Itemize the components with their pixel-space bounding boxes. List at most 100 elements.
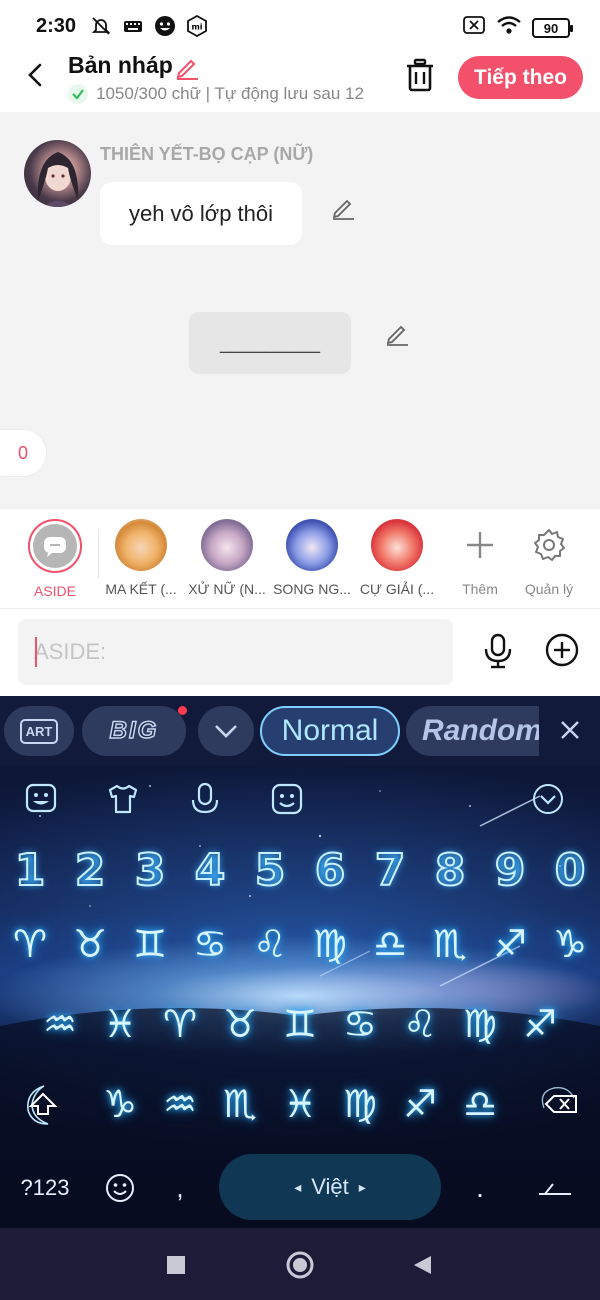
key-4[interactable]: 4 [185,844,235,897]
enter-key[interactable] [530,1166,580,1210]
draft-title[interactable]: Bản nháp [68,52,173,79]
key-3[interactable]: 3 [125,844,175,897]
key-cancer[interactable]: ♋ [334,998,386,1050]
edit-message-icon[interactable] [330,194,356,220]
message-input[interactable] [18,619,453,685]
key-aries[interactable]: ♈ [4,918,56,970]
key-8[interactable]: 8 [425,844,475,897]
sticker-icon[interactable] [24,782,58,816]
close-icon[interactable] [556,716,584,744]
key-gemini[interactable]: ♊ [124,918,176,970]
home-button[interactable] [285,1250,315,1280]
key-virgo[interactable]: ♍ [304,918,356,970]
key-aquarius[interactable]: ♒ [154,1078,206,1130]
back-button[interactable] [20,60,50,90]
key-taurus[interactable]: ♉ [214,998,266,1050]
key-capricorn[interactable]: ♑ [94,1078,146,1130]
key-7[interactable]: 7 [365,844,415,897]
plus-icon [454,519,506,571]
add-media-button[interactable] [545,633,579,667]
aside-bubble[interactable]: _________ [189,312,351,374]
character-xu-nu[interactable]: XỬ NỮ (N... [185,519,269,597]
key-0[interactable]: 0 [545,844,595,897]
key-aries[interactable]: ♈ [154,998,206,1050]
voice-input-icon[interactable] [188,782,222,816]
aside-avatar [28,519,82,573]
message-bubble[interactable]: yeh vô lớp thôi [100,182,302,245]
keyboard-icon [122,15,144,37]
key-aquarius[interactable]: ♒ [34,998,86,1050]
theme-shirt-icon[interactable] [106,782,140,816]
character-label: SONG NG... [273,581,351,597]
key-scorpio[interactable]: ♏ [424,918,476,970]
edit-aside-icon[interactable] [384,320,410,346]
font-normal-button[interactable]: Normal [260,706,400,756]
big-font-button[interactable]: BIG [82,706,186,756]
key-libra[interactable]: ♎ [454,1078,506,1130]
key-leo[interactable]: ♌ [244,918,296,970]
notifications-off-icon [90,15,112,37]
gear-icon [523,519,575,571]
key-2[interactable]: 2 [65,844,115,897]
key-9[interactable]: 9 [485,844,535,897]
character-avatar [115,519,167,571]
back-nav-button[interactable] [407,1250,437,1280]
key-6[interactable]: 6 [305,844,355,897]
backspace-key[interactable] [528,1078,584,1130]
shift-key[interactable] [18,1078,68,1130]
manage-button[interactable]: Quản lý [507,519,591,597]
key-sagittarius[interactable]: ♐ [394,1078,446,1130]
microphone-icon [484,633,512,669]
recents-button[interactable] [161,1250,191,1280]
character-aside[interactable]: ASIDE [13,519,97,599]
space-key[interactable]: ◂ Việt ▸ [219,1154,441,1220]
story-chat-area: THIÊN YẾT-BỌ CẠP (NỮ) yeh vô lớp thôi __… [0,112,600,508]
key-1[interactable]: 1 [5,844,55,897]
right-arrow-icon: ▸ [358,1178,366,1195]
key-capricorn[interactable]: ♑ [544,918,596,970]
key-pisces[interactable]: ♓ [94,998,146,1050]
comment-counter[interactable]: 0 [0,430,46,476]
manage-label: Quản lý [524,581,574,597]
autosave-text: 1050/300 chữ | Tự động lưu sau 12 [96,84,364,103]
edit-title-icon[interactable] [174,54,200,80]
character-avatar [201,519,253,571]
symbols-key[interactable]: ?123 [10,1166,80,1210]
square-icon [167,1256,185,1274]
delete-button[interactable] [404,58,436,92]
key-virgo[interactable]: ♍ [454,998,506,1050]
next-button[interactable]: Tiếp theo [458,56,583,99]
mi-icon: mi [186,15,208,37]
key-virgo[interactable]: ♍ [334,1078,386,1130]
character-song-ngu[interactable]: SONG NG... [270,519,354,597]
key-scorpio[interactable]: ♏ [214,1078,266,1130]
chat-bubble-icon [44,537,66,557]
key-gemini[interactable]: ♊ [274,998,326,1050]
period-key[interactable]: . [465,1166,495,1210]
notification-dot [178,706,187,715]
collapse-keyboard-icon[interactable] [531,782,565,816]
key-pisces[interactable]: ♓ [274,1078,326,1130]
text-caret [35,637,37,667]
key-taurus[interactable]: ♉ [64,918,116,970]
sim-off-icon [462,14,486,42]
key-sagittarius[interactable]: ♐ [484,918,536,970]
emoji-key[interactable] [100,1166,140,1210]
key-5[interactable]: 5 [245,844,295,897]
mic-button[interactable] [482,633,514,669]
comma-key[interactable]: , [165,1166,195,1210]
character-cu-giai[interactable]: CỰ GIẢI (... [355,519,439,597]
art-font-button[interactable]: ART [4,706,74,756]
expand-fonts-button[interactable] [198,706,254,756]
font-random-button[interactable]: Random [406,706,539,756]
keyboard-tools [0,782,600,818]
speaker-avatar[interactable] [24,140,91,207]
key-leo[interactable]: ♌ [394,998,446,1050]
emoji-panel-icon[interactable] [270,782,304,816]
key-sagittarius[interactable]: ♐ [514,998,566,1050]
character-ma-ket[interactable]: MA KẾT (... [99,519,183,597]
key-cancer[interactable]: ♋ [184,918,236,970]
status-time: 2:30 [36,14,77,37]
enter-icon [539,1183,571,1195]
key-libra[interactable]: ♎ [364,918,416,970]
